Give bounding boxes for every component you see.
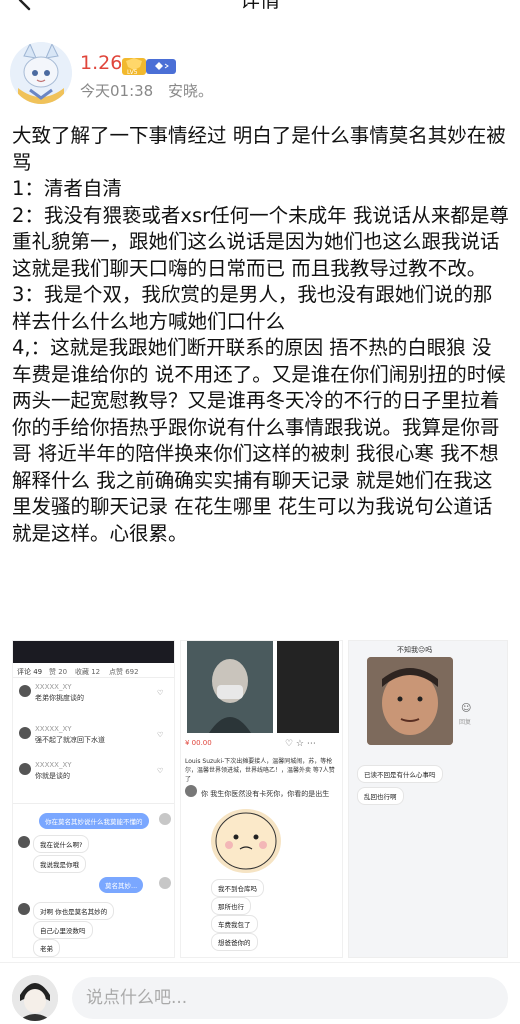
chat-bubble: 那所也行 [211, 897, 251, 915]
chat-bubble: 我说我是你哦 [33, 855, 86, 873]
like-icon: ♡ ☆ ⋯ [285, 739, 316, 749]
post-line: 3：我是个双，我欣赏的是男人，我也没有跟她们说的那样去什么什么地方喊她们口什么 [12, 283, 493, 333]
comment-name: XXXXX_XY [35, 761, 72, 769]
level-text: LV5 [127, 69, 138, 76]
my-avatar[interactable] [12, 975, 58, 1021]
comment-name: XXXXX_XY [35, 725, 72, 733]
top-bar: 详情 [0, 0, 520, 14]
photo-face [367, 657, 453, 745]
reply-hint: 回复 [459, 719, 472, 726]
commenter-avatar [19, 763, 31, 775]
post-line: 大致了解了一下事情经过 明白了是什么事情莫名其妙在被骂 [12, 124, 506, 174]
chat-bubble: 老弟 [33, 939, 60, 957]
emoji-sticker [211, 809, 281, 873]
chat-bubble: 莫名其妙... [99, 877, 144, 893]
heart-icon: ♡ [157, 689, 164, 697]
chat-bubble: 自己心里没数吗 [33, 921, 93, 939]
post-line: 1：清者自清 [12, 177, 122, 200]
smile-icon: ☺ [461, 703, 472, 714]
tab-likes: 赞 20 [49, 668, 68, 676]
chat-bubble: 你在莫名其妙说什么我莫能不懂的 [39, 813, 149, 829]
chat-title: 不知我😑吗 [397, 646, 433, 654]
comment-text: 你就是谈的 [35, 772, 70, 780]
chat-avatar [18, 836, 30, 848]
chat-bubble: 已读不回是有什么心事吗 [357, 765, 443, 783]
comment-name: XXXXX_XY [35, 683, 72, 691]
price-tag: ¥ 00.00 [185, 739, 212, 747]
level-badge: LV5 [122, 58, 176, 76]
heart-icon: ♡ [157, 767, 164, 775]
post-meta: 今天01:38 安晓。 [80, 80, 213, 101]
post-content: 大致了解了一下事情经过 明白了是什么事情莫名其妙在被骂 1：清者自清 2：我没有… [12, 123, 510, 547]
photo-person [187, 641, 273, 733]
video-strip [13, 641, 174, 663]
comment-input[interactable]: 说点什么吧... [72, 977, 508, 1019]
chat-avatar [159, 877, 171, 889]
chat-bubble: 对啊 你也是莫名其妙的 [33, 902, 115, 920]
commenter-avatar [19, 685, 31, 697]
post-image-2[interactable]: ¥ 00.00 ♡ ☆ ⋯ Louis Suzuki-下次出摊要接人，温馨同城闹… [180, 640, 343, 958]
post-location: 安晓。 [168, 82, 214, 100]
post-line: 4,：这就是我跟她们断开联系的原因 捂不热的白眼狼 没车费是谁给你的 说不用还了… [12, 336, 506, 545]
chat-bubble: 想爸爸你的 [211, 933, 258, 951]
comment-bar: 说点什么吧... [0, 962, 520, 1024]
photo-dark [277, 641, 339, 733]
author-avatar[interactable] [10, 42, 72, 104]
page-title: 详情 [240, 0, 280, 12]
chat-avatar [159, 813, 171, 825]
comment-text: 强不起了就凉回下水道 [35, 736, 105, 744]
comment-text: 老弟你挑度谈的 [35, 694, 84, 702]
commenter-avatar [19, 727, 31, 739]
post-line: 2：我没有猥亵或者xsr任何一个未成年 我说话从来都是尊重礼貌第一，跟她们这么说… [12, 203, 509, 280]
heart-icon: ♡ [157, 731, 164, 739]
post-time: 今天01:38 [80, 82, 154, 100]
chat-note: 你 我生你医然没有卡死你，你看的是出生 [201, 790, 330, 798]
chat-bubble: 我不到仓库吗 [211, 879, 264, 897]
liked-by: Louis Suzuki-下次出摊要接人，温馨同城闹，苏，等枪尔，温馨世界领进城… [185, 758, 335, 783]
post-images: 评论 49 赞 20 收藏 12 点赞 692 XXXXX_XY 老弟你挑度谈的… [12, 640, 508, 958]
chat-avatar [18, 903, 30, 915]
tab-favorites: 收藏 12 [75, 668, 101, 676]
tab-upvotes: 点赞 692 [109, 668, 139, 676]
post-image-3[interactable]: 不知我😑吗 ☺ 回复 已读不回是有什么心事吗 乱回也行啊 [348, 640, 508, 958]
post-image-1[interactable]: 评论 49 赞 20 收藏 12 点赞 692 XXXXX_XY 老弟你挑度谈的… [12, 640, 175, 958]
tab-comments: 评论 49 [17, 668, 43, 676]
chat-bubble: 车费我包了 [211, 915, 258, 933]
chat-bubble: 我在说什么啊? [33, 835, 90, 853]
author-name[interactable]: 1.26 [80, 52, 122, 74]
chat-avatar [185, 785, 197, 797]
chat-bubble: 乱回也行啊 [357, 787, 404, 805]
